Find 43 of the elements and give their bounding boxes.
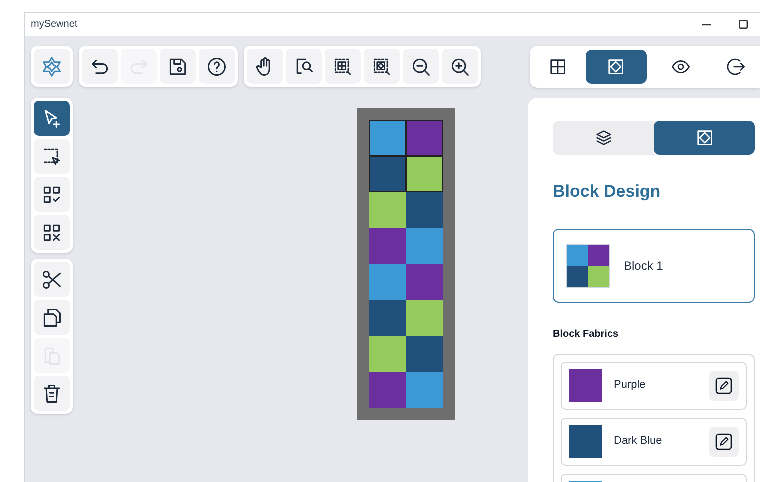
block-name: Block 1 [624, 258, 664, 274]
trash-icon [41, 382, 63, 404]
edit-button[interactable] [709, 426, 739, 456]
tool-button[interactable] [34, 101, 70, 136]
tool-button[interactable] [160, 49, 196, 84]
tool-button[interactable] [34, 262, 70, 297]
panel-tab[interactable] [654, 121, 755, 155]
tool-button[interactable] [34, 139, 70, 174]
tool-button[interactable] [199, 49, 235, 84]
pencil-icon [714, 432, 734, 452]
grid-icon [548, 57, 568, 77]
panel-heading: Block Design [553, 181, 662, 203]
tool-button[interactable] [34, 215, 70, 250]
tool-button[interactable] [403, 49, 439, 84]
help-icon [206, 56, 228, 78]
tool-button[interactable] [34, 376, 70, 411]
window-title: mySewnet [31, 18, 78, 32]
minimize-icon[interactable] [702, 24, 711, 26]
pencil-icon [714, 376, 734, 396]
exit-icon [726, 57, 746, 77]
star-icon [41, 56, 63, 78]
edit-button[interactable] [709, 370, 739, 400]
tool-button[interactable] [442, 49, 478, 84]
copy-icon [41, 306, 63, 328]
maximize-icon[interactable] [739, 20, 748, 29]
fabric-row[interactable]: Dark Blue [561, 418, 747, 466]
tool-button[interactable] [34, 177, 70, 212]
scissors-icon [41, 268, 63, 290]
tool-button[interactable] [325, 49, 361, 84]
block-icon [694, 128, 714, 148]
tool-button[interactable] [286, 49, 322, 84]
block-card[interactable]: Block 1 [553, 228, 755, 302]
layers-icon [594, 128, 614, 148]
tool-button[interactable] [82, 49, 118, 84]
mode-tab[interactable] [586, 50, 647, 84]
block-icon [606, 57, 626, 77]
fabric-name: Dark Blue [614, 434, 664, 450]
fabric-row[interactable]: Purple [561, 362, 747, 410]
section-heading: Block Fabrics [553, 328, 620, 342]
tool-button[interactable] [364, 49, 400, 84]
tool-button[interactable] [34, 300, 70, 335]
tool-button[interactable] [247, 49, 283, 84]
fabric-name: Purple [614, 378, 647, 394]
